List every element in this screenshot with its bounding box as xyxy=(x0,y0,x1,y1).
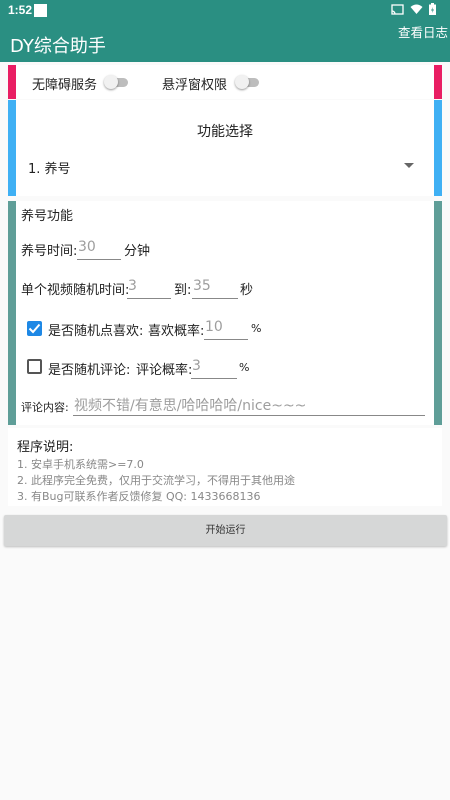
duration-value: 30 xyxy=(78,239,96,255)
accent-bar-left xyxy=(8,65,16,99)
random-min-input[interactable]: 3 xyxy=(127,277,171,299)
comment-prob-unit: % xyxy=(239,361,250,374)
status-time: 1:52 xyxy=(8,3,33,17)
overlay-label: 悬浮窗权限 xyxy=(162,78,228,93)
random-max-input[interactable]: 35 xyxy=(192,277,238,299)
duration-input[interactable]: 30 xyxy=(77,238,121,260)
check-icon xyxy=(28,323,41,334)
accent-bar-right xyxy=(434,201,442,425)
permissions-card: 无障碍服务 悬浮窗权限 xyxy=(8,65,442,99)
like-prob-label: 喜欢概率: xyxy=(148,324,205,339)
accent-bar-right xyxy=(434,65,442,99)
accessibility-switch[interactable] xyxy=(104,75,128,89)
start-button[interactable]: 开始运行 xyxy=(4,515,447,546)
dropdown-arrow-icon[interactable] xyxy=(404,163,414,168)
notification-icon xyxy=(34,4,47,17)
like-checkbox[interactable] xyxy=(27,321,42,336)
comment-content-placeholder: 视频不错/有意思/哈哈哈哈/nice~~~ xyxy=(74,398,307,414)
comment-prob-label: 评论概率: xyxy=(136,363,193,378)
random-time-label: 单个视频随机时间: xyxy=(21,283,130,298)
accent-bar-left xyxy=(8,100,16,196)
overlay-switch[interactable] xyxy=(235,75,259,89)
comment-content-input[interactable]: 视频不错/有意思/哈哈哈哈/nice~~~ xyxy=(73,394,425,416)
like-label: 是否随机点喜欢: xyxy=(48,324,144,339)
like-prob-value: 10 xyxy=(205,319,223,335)
accent-bar-left xyxy=(8,201,16,425)
comment-label: 是否随机评论: xyxy=(48,363,131,378)
view-log-button[interactable]: 查看日志 xyxy=(396,22,450,41)
section-title: 养号功能 xyxy=(21,209,74,224)
comment-content-label: 评论内容: xyxy=(21,401,69,414)
switch-thumb xyxy=(235,75,249,89)
like-prob-input[interactable]: 10 xyxy=(204,318,248,340)
accessibility-label: 无障碍服务 xyxy=(32,78,98,93)
info-line: 1. 安卓手机系统需>=7.0 xyxy=(17,458,144,471)
info-line: 3. 有Bug可联系作者反馈修复 QQ: 1433668136 xyxy=(17,490,261,503)
info-line: 2. 此程序完全免费，仅用于交流学习，不得用于其他用途 xyxy=(17,474,295,487)
info-card: 程序说明: 1. 安卓手机系统需>=7.0 2. 此程序完全免费，仅用于交流学习… xyxy=(8,428,442,506)
status-icons xyxy=(391,3,436,15)
accent-bar-right xyxy=(434,100,442,196)
comment-prob-input[interactable]: 3 xyxy=(191,357,237,379)
comment-prob-value: 3 xyxy=(192,358,201,374)
like-prob-unit: % xyxy=(251,322,262,335)
random-min-value: 3 xyxy=(128,278,137,294)
function-select-card: 功能选择 1. 养号 xyxy=(8,100,442,196)
info-title: 程序说明: xyxy=(17,440,74,455)
random-unit: 秒 xyxy=(240,283,254,298)
yanghao-card: 养号功能 养号时间: 30 分钟 单个视频随机时间: 3 到: 35 秒 是否随… xyxy=(8,201,442,425)
battery-icon xyxy=(429,3,436,15)
comment-checkbox[interactable] xyxy=(27,359,42,374)
function-spinner[interactable]: 1. 养号 xyxy=(28,158,71,177)
app-bar: DY综合助手 查看日志 xyxy=(0,22,450,62)
switch-thumb xyxy=(104,75,118,89)
random-to-label: 到: xyxy=(174,283,192,298)
status-bar: 1:52 xyxy=(0,0,450,22)
function-select-title: 功能选择 xyxy=(197,124,253,140)
cast-icon xyxy=(391,3,404,15)
random-max-value: 35 xyxy=(193,278,211,294)
wifi-icon xyxy=(410,4,423,15)
duration-unit: 分钟 xyxy=(124,244,151,259)
app-title: DY综合助手 xyxy=(10,36,106,57)
duration-label: 养号时间: xyxy=(21,244,78,259)
